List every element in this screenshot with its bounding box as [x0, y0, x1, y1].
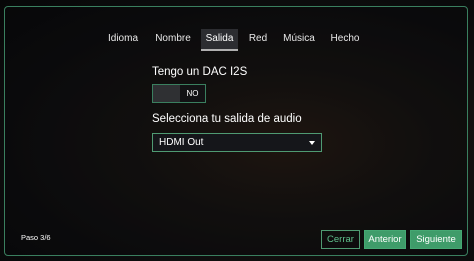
tab-nombre[interactable]: Nombre: [151, 29, 195, 49]
close-button[interactable]: Cerrar: [321, 230, 360, 249]
setup-wizard-dialog: Idioma Nombre Salida Red Música Hecho Te…: [4, 6, 468, 256]
tab-red[interactable]: Red: [246, 29, 270, 49]
step-indicator: Paso 3/6: [21, 233, 51, 242]
audio-output-select[interactable]: HDMI Out: [152, 133, 322, 152]
next-button[interactable]: Siguiente: [410, 230, 462, 249]
toggle-knob: [153, 85, 180, 102]
tab-musica[interactable]: Música: [279, 29, 319, 49]
wizard-tabs: Idioma Nombre Salida Red Música Hecho: [5, 29, 467, 51]
audio-output-value: HDMI Out: [159, 137, 204, 148]
dac-toggle[interactable]: NO: [152, 84, 206, 103]
tab-idioma[interactable]: Idioma: [104, 29, 142, 49]
toggle-state-label: NO: [186, 89, 199, 98]
tab-hecho[interactable]: Hecho: [327, 29, 363, 49]
previous-button[interactable]: Anterior: [364, 230, 406, 249]
chevron-down-icon: [309, 141, 315, 145]
audio-output-label: Selecciona tu salida de audio: [152, 113, 302, 125]
dac-label: Tengo un DAC I2S: [152, 66, 248, 78]
tab-salida[interactable]: Salida: [201, 29, 238, 51]
